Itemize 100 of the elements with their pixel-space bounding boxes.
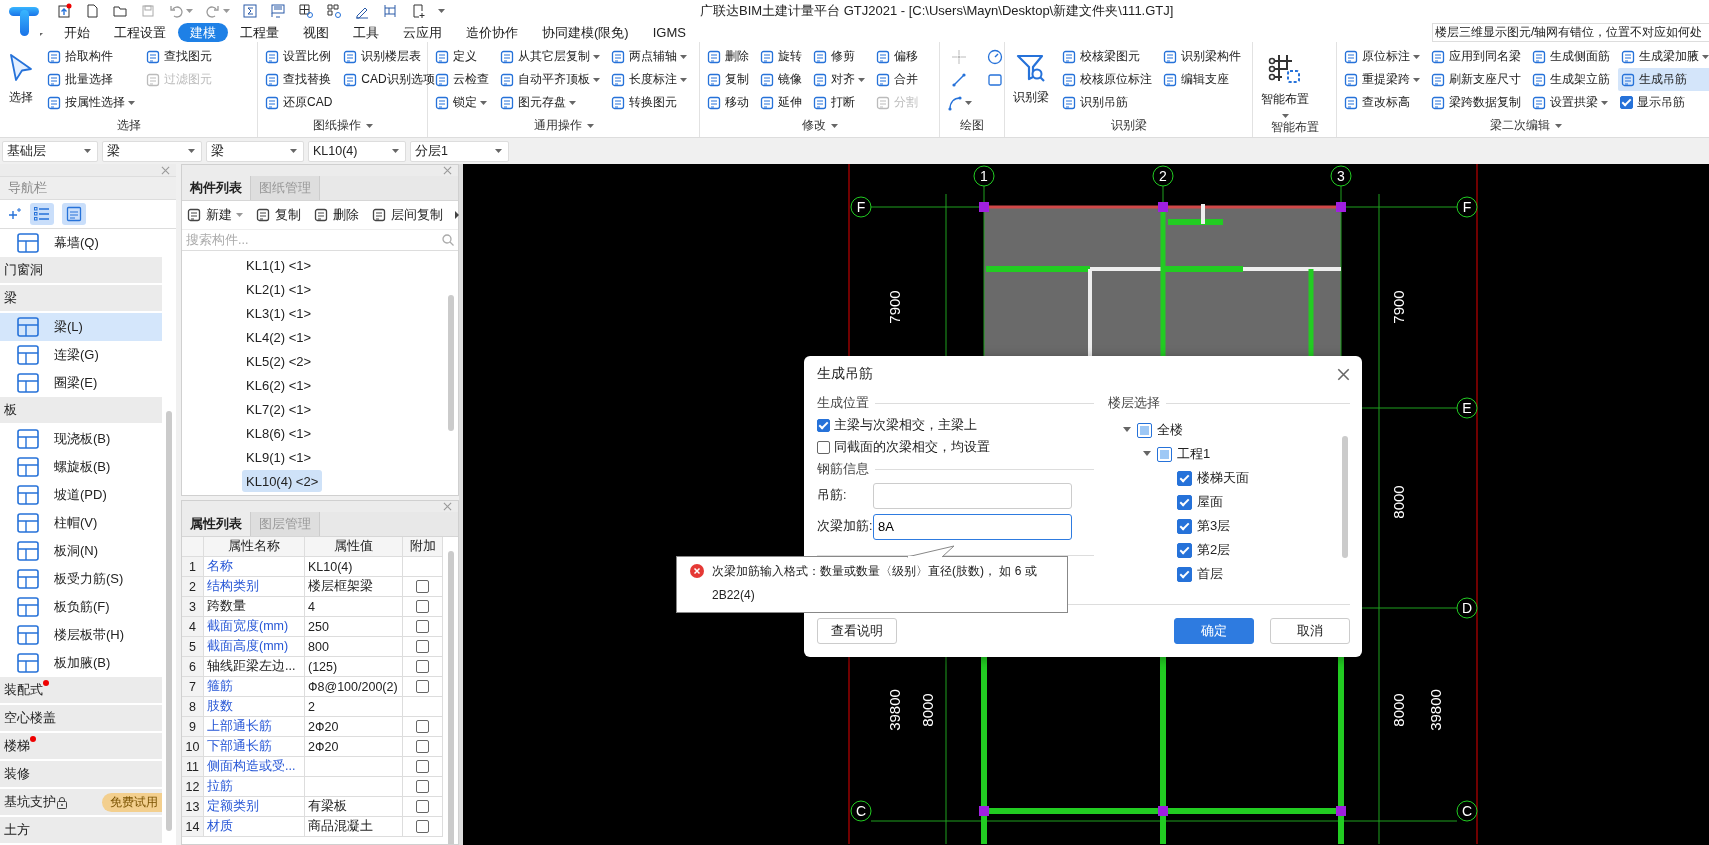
tab[interactable]: 构件列表	[182, 176, 251, 200]
component-item[interactable]: KL6(2) <1>	[242, 374, 316, 396]
checkbox[interactable]	[1137, 422, 1152, 438]
help-tip-box[interactable]: 楼层三维显示图元/轴网有错位，位置不对应如何处	[1432, 22, 1709, 42]
toolbar-button[interactable]: 复制	[255, 206, 301, 224]
ribbon-button[interactable]: 延伸	[757, 91, 804, 114]
ribbon-button[interactable]: 查找图元	[143, 45, 214, 68]
ribbon-button[interactable]: 偏移	[873, 45, 920, 68]
dialog-button[interactable]: 取消	[1270, 618, 1350, 644]
nav-item[interactable]: 坡道(PD)	[0, 481, 162, 509]
nav-category[interactable]: 土方	[0, 817, 162, 843]
checkbox[interactable]	[416, 720, 429, 733]
property-value[interactable]: 800	[305, 637, 403, 657]
nav-item[interactable]: 现浇板(B)	[0, 425, 162, 453]
tab[interactable]: 工具	[341, 22, 391, 42]
ribbon-button[interactable]: 从其它层复制	[497, 45, 602, 68]
close-button[interactable]	[1337, 367, 1350, 381]
nav-category[interactable]: 基坑支护 免费试用	[0, 789, 162, 815]
trial-tag[interactable]: 免费试用	[102, 792, 162, 812]
property-value[interactable]: 商品混凝土	[305, 817, 403, 837]
nav-category[interactable]: 空心楼盖	[0, 705, 162, 731]
component-item[interactable]: KL2(1) <1>	[242, 278, 316, 300]
checkbox[interactable]	[416, 620, 429, 633]
property-value[interactable]: Ф8@100/200(2)	[305, 677, 403, 697]
list-view-button[interactable]	[30, 203, 54, 225]
checkbox[interactable]	[416, 740, 429, 753]
dialog-button[interactable]: 查看说明	[817, 618, 897, 644]
tab[interactable]: 开始	[52, 22, 102, 42]
input-field[interactable]	[873, 482, 1072, 509]
property-name[interactable]: 拉筋	[204, 777, 305, 797]
checkbox-label[interactable]: 主梁与次梁相交，主梁上	[834, 416, 977, 434]
checkbox[interactable]	[1157, 446, 1172, 462]
property-value[interactable]: 楼层框架梁	[305, 577, 403, 597]
ribbon-button[interactable]: 梁跨数据复制	[1428, 91, 1523, 114]
ribbon-button[interactable]: 识别梁构件	[1160, 45, 1243, 68]
tab[interactable]: 建模	[178, 22, 228, 42]
nav-item[interactable]: 楼层板带(H)	[0, 621, 162, 649]
nav-item[interactable]: 板洞(N)	[0, 537, 162, 565]
tree-item-label[interactable]: 楼梯天面	[1197, 469, 1249, 487]
ribbon-button[interactable]: 重提梁跨	[1341, 68, 1422, 91]
property-value[interactable]: 2	[305, 697, 403, 717]
ribbon-button[interactable]: 对齐	[810, 68, 867, 91]
ribbon-button[interactable]: 图元存盘	[497, 91, 602, 114]
component-item[interactable]: KL1(1) <1>	[242, 254, 316, 276]
component-item[interactable]: KL3(1) <1>	[242, 302, 316, 324]
checkbox[interactable]	[416, 800, 429, 813]
detail-view-button[interactable]	[62, 203, 86, 225]
tab[interactable]: 造价协作	[454, 22, 530, 42]
ribbon-button[interactable]: 选择	[4, 45, 38, 106]
property-name[interactable]: 下部通长筋	[204, 737, 305, 757]
dropdown[interactable]: 梁	[102, 140, 202, 162]
nav-item[interactable]: 板负筋(F)	[0, 593, 162, 621]
ribbon-button[interactable]: 移动	[704, 91, 751, 114]
checkbox[interactable]	[416, 640, 429, 653]
nav-item[interactable]: 梁(L)	[0, 313, 162, 341]
dropdown[interactable]: KL10(4)	[308, 140, 406, 162]
ribbon-button[interactable]: 设置拱梁	[1529, 91, 1612, 114]
dropdown[interactable]: 分层1	[410, 140, 509, 162]
table-cell[interactable]	[305, 757, 403, 777]
component-item[interactable]: KL8(6) <1>	[242, 422, 316, 444]
property-name[interactable]: 侧面构造或受...	[204, 757, 305, 777]
ribbon-button[interactable]: 批量选择	[44, 68, 137, 91]
property-value[interactable]: 2Ф20	[305, 717, 403, 737]
nav-item[interactable]: 幕墙(Q)	[0, 229, 162, 257]
nav-category[interactable]: 门窗洞	[0, 257, 162, 283]
nav-item[interactable]: 圈梁(E)	[0, 369, 162, 397]
property-name[interactable]: 结构类别	[204, 577, 305, 597]
ribbon-button[interactable]: 应用到同名梁	[1428, 45, 1523, 68]
nav-item[interactable]: 连梁(G)	[0, 341, 162, 369]
tab[interactable]: 属性列表	[182, 512, 251, 536]
tab[interactable]: 工程设置	[102, 22, 178, 42]
property-value[interactable]: 250	[305, 617, 403, 637]
nav-item[interactable]: 螺旋板(B)	[0, 453, 162, 481]
ribbon-button[interactable]: 生成架立筋	[1529, 68, 1612, 91]
ribbon-button[interactable]: 识别梁	[1009, 45, 1053, 106]
tab[interactable]: 视图	[291, 22, 341, 42]
ribbon-button[interactable]: 修剪	[810, 45, 867, 68]
ribbon-button[interactable]: CAD识别选项	[340, 68, 437, 91]
ribbon-button[interactable]: 自动平齐顶板	[497, 68, 602, 91]
property-value[interactable]: 4	[305, 597, 403, 617]
toolbar-button[interactable]: 删除	[313, 206, 359, 224]
property-name[interactable]: 上部通长筋	[204, 717, 305, 737]
property-name[interactable]: 跨数量	[204, 597, 305, 617]
property-name[interactable]: 轴线距梁左边...	[204, 657, 305, 677]
nav-item[interactable]: 柱帽(V)	[0, 509, 162, 537]
component-item[interactable]: KL7(2) <1>	[242, 398, 316, 420]
ribbon-button[interactable]: 设置比例	[262, 45, 335, 68]
ribbon-button[interactable]: 识别吊筋	[1059, 91, 1154, 114]
property-value[interactable]: KL10(4)	[305, 557, 403, 577]
tree-item-label[interactable]: 工程1	[1177, 445, 1211, 463]
property-name[interactable]: 材质	[204, 817, 305, 837]
ribbon-button[interactable]: 校核原位标注	[1059, 68, 1154, 91]
ribbon-button[interactable]: 刷新支座尺寸	[1428, 68, 1523, 91]
ribbon-button[interactable]: 查改标高	[1341, 91, 1422, 114]
ribbon-button[interactable]: 长度标注	[608, 68, 689, 91]
dropdown[interactable]: 梁	[206, 140, 304, 162]
ribbon-button[interactable]: 锁定	[432, 91, 491, 114]
tree-item-label[interactable]: 全楼	[1157, 421, 1183, 439]
dialog-button[interactable]: 确定	[1174, 618, 1254, 644]
checkbox[interactable]	[416, 780, 429, 793]
